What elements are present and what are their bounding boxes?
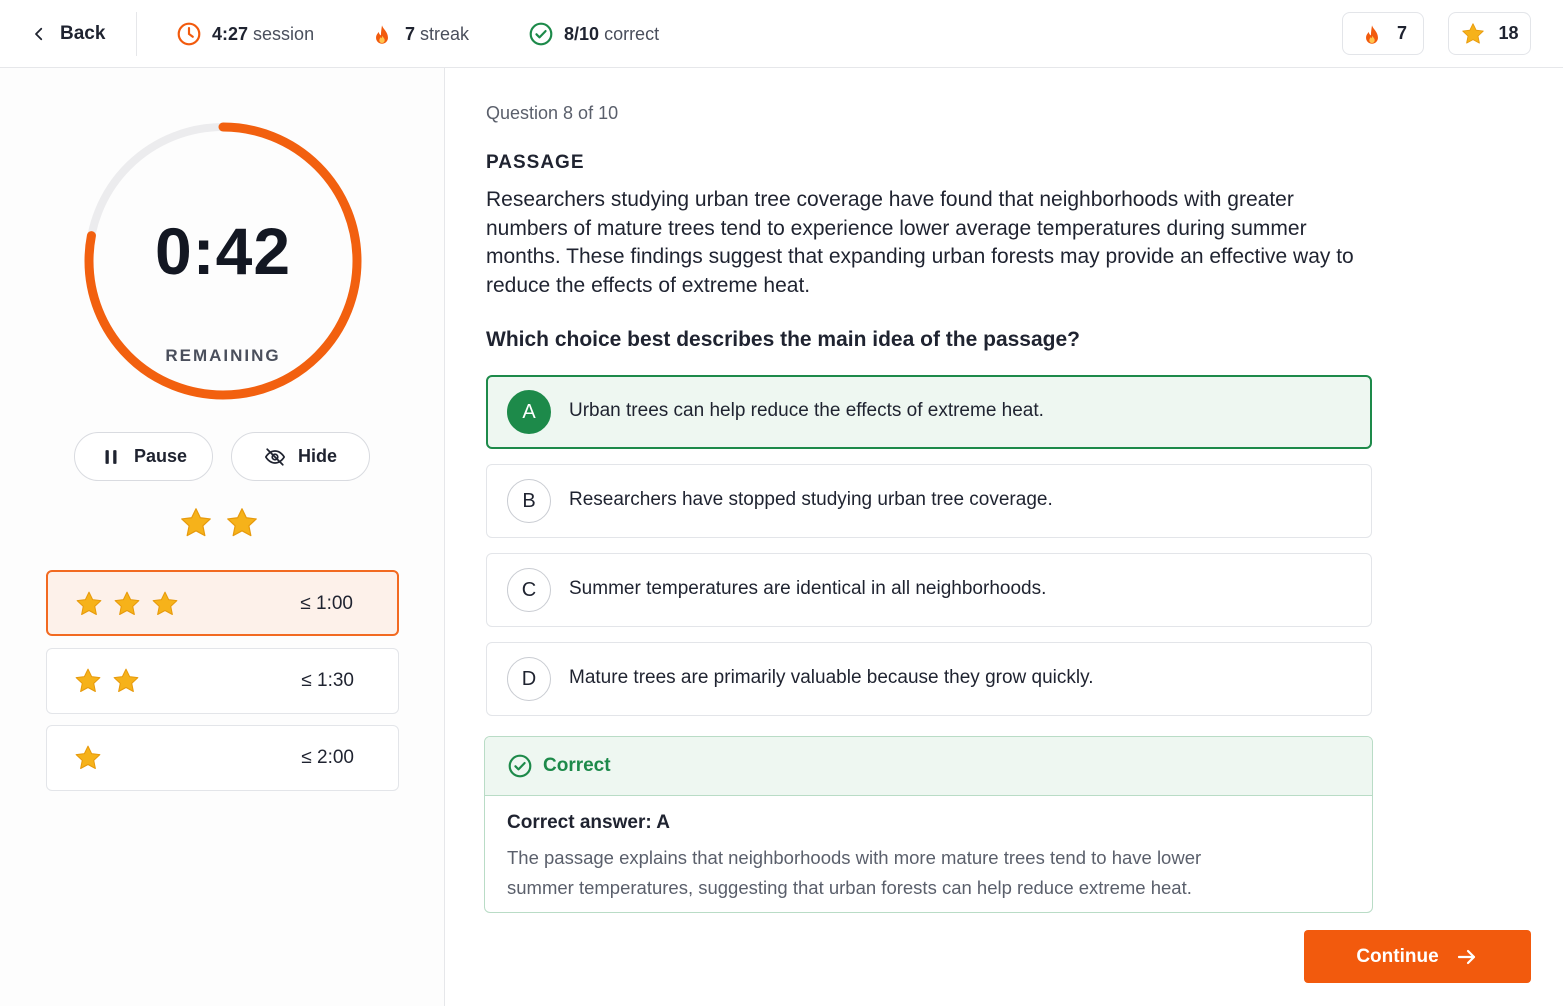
hide-button[interactable]: Hide <box>231 432 370 481</box>
continue-label: Continue <box>1356 945 1439 967</box>
tier-time: ≤ 2:00 <box>301 747 354 768</box>
tier-stars <box>73 743 103 773</box>
top-bar: Back 4:27 session 7 streak 8/10 correct … <box>0 0 1563 68</box>
hide-label: Hide <box>297 446 337 466</box>
session-stat: 4:27 session <box>176 20 314 48</box>
tier-stars <box>73 666 141 696</box>
star-icon <box>114 591 140 615</box>
passage-heading: PASSAGE <box>486 152 585 173</box>
arrow-right-icon <box>1457 949 1475 964</box>
earned-stars <box>178 505 260 541</box>
correct-label: correct <box>604 23 660 44</box>
star-icon <box>76 591 102 615</box>
timer-panel: 0:42 REMAINING Pause Hide ≤ 1:00 ≤ 1:30 … <box>0 68 445 1006</box>
correct-stat: 8/10 correct <box>528 20 659 48</box>
option-letter: B <box>507 479 551 523</box>
star-icon <box>152 591 178 615</box>
passage-text: Researchers studying urban tree coverage… <box>486 188 1354 297</box>
star-icon <box>227 508 257 537</box>
star-icon <box>75 668 101 692</box>
feedback-header: Correct <box>485 737 1372 796</box>
pause-label: Pause <box>133 446 188 466</box>
check-circle-icon <box>529 22 553 46</box>
correct-answer: Correct answer: A <box>507 812 670 833</box>
pause-button[interactable]: Pause <box>74 432 213 481</box>
quiz-app: Back 4:27 session 7 streak 8/10 correct … <box>0 0 1563 1006</box>
feedback-status: Correct <box>543 755 611 776</box>
tier-one-star: ≤ 2:00 <box>46 725 399 791</box>
eye-off-icon <box>264 447 286 466</box>
correct-value: 8/10 <box>564 23 600 44</box>
fire-count: 7 <box>1396 23 1407 43</box>
streak-value: 7 <box>405 23 416 44</box>
tier-two-stars: ≤ 1:30 <box>46 648 399 714</box>
star-count-badge[interactable]: 18 <box>1448 12 1531 55</box>
chevron-left-icon <box>35 27 43 41</box>
question-panel: Question 8 of 10 PASSAGE Researchers stu… <box>484 68 1563 1006</box>
option-text: Summer temperatures are identical in all… <box>569 578 1047 599</box>
pause-icon <box>105 449 117 464</box>
clock-icon <box>177 22 201 46</box>
option-letter: D <box>507 657 551 701</box>
timer-label: REMAINING <box>165 346 281 365</box>
answer-option-d[interactable]: D Mature trees are primarily valuable be… <box>486 642 1372 716</box>
tier-time: ≤ 1:30 <box>301 670 354 691</box>
session-label: session <box>253 23 315 44</box>
divider <box>136 12 137 56</box>
question-counter: Question 8 of 10 <box>486 103 619 123</box>
tier-three-stars: ≤ 1:00 <box>46 570 399 636</box>
question-prompt: Which choice best describes the main ide… <box>486 328 1080 351</box>
back-button[interactable]: Back <box>30 20 105 48</box>
answer-option-b[interactable]: B Researchers have stopped studying urba… <box>486 464 1372 538</box>
option-text: Urban trees can help reduce the effects … <box>569 400 1044 421</box>
timer-value: 0:42 <box>154 214 292 288</box>
explanation: The passage explains that neighborhoods … <box>507 847 1202 898</box>
session-time: 4:27 <box>212 23 249 44</box>
option-letter: C <box>507 568 551 612</box>
option-letter: A <box>507 390 551 434</box>
back-label: Back <box>60 23 106 44</box>
tier-time: ≤ 1:00 <box>300 593 353 614</box>
star-icon <box>75 745 101 769</box>
streak-label: streak <box>420 23 470 44</box>
fire-count-badge[interactable]: 7 <box>1342 12 1424 55</box>
star-count: 18 <box>1498 23 1519 43</box>
answer-option-c[interactable]: C Summer temperatures are identical in a… <box>486 553 1372 627</box>
option-text: Researchers have stopped studying urban … <box>569 489 1053 510</box>
fire-icon <box>1366 24 1378 44</box>
countdown-timer: 0:42 REMAINING <box>79 117 367 405</box>
answer-option-a[interactable]: A Urban trees can help reduce the effect… <box>486 375 1372 449</box>
check-circle-icon <box>508 754 532 778</box>
star-icon <box>1462 22 1485 44</box>
star-icon <box>113 668 139 692</box>
option-text: Mature trees are primarily valuable beca… <box>569 667 1094 688</box>
streak-stat: 7 streak <box>369 20 469 48</box>
continue-button[interactable]: Continue <box>1304 930 1531 983</box>
tier-stars <box>74 589 180 619</box>
fire-icon <box>376 25 388 44</box>
feedback-panel: Correct Correct answer: A The passage ex… <box>484 736 1373 913</box>
star-icon <box>181 508 211 537</box>
